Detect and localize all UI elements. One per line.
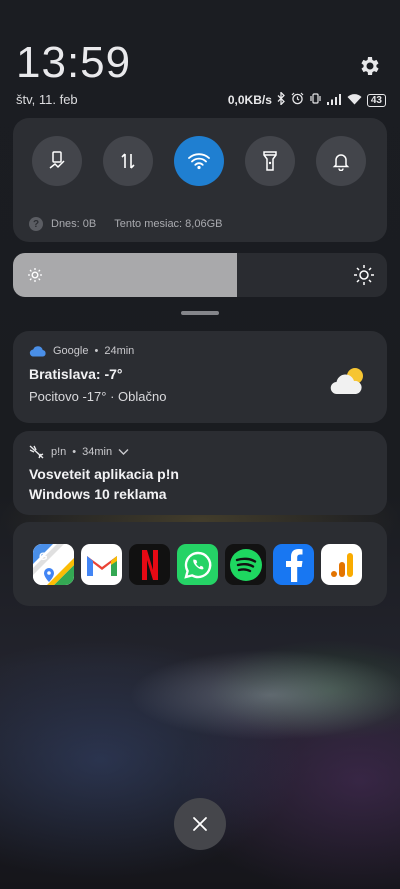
- close-icon: [193, 817, 207, 831]
- notifications-toggle[interactable]: [316, 136, 366, 186]
- brightness-slider[interactable]: [13, 253, 387, 297]
- pin-app-icon: [29, 445, 44, 459]
- screenshot-toggle[interactable]: [32, 136, 82, 186]
- close-button[interactable]: [174, 798, 226, 850]
- vibrate-icon: [309, 92, 322, 108]
- signal-icon: [326, 93, 342, 108]
- brightness-fill: [13, 253, 238, 297]
- quick-settings-panel: ? Dnes: 0B Tento mesiac: 8,06GB: [13, 118, 387, 242]
- data-usage-row[interactable]: ? Dnes: 0B Tento mesiac: 8,06GB: [29, 217, 222, 231]
- panel-handle[interactable]: [181, 311, 219, 315]
- notification-title: Bratislava: -7°: [29, 366, 123, 382]
- google-analytics-icon[interactable]: [321, 544, 362, 585]
- notification-app: Google: [53, 345, 89, 357]
- whatsapp-icon[interactable]: [177, 544, 218, 585]
- wifi-icon: [188, 153, 210, 170]
- notification-pin[interactable]: p!n • 34min Vosveteit aplikacia p!n Wind…: [13, 431, 387, 515]
- notification-body: Pocitovo -17° · Oblačno: [29, 389, 167, 404]
- network-speed: 0,0KB/s: [227, 93, 272, 107]
- wifi-toggle[interactable]: [174, 136, 224, 186]
- gmail-icon[interactable]: [81, 544, 122, 585]
- cloud-icon: [29, 346, 46, 357]
- scissors-icon: [49, 151, 65, 169]
- flashlight-toggle[interactable]: [245, 136, 295, 186]
- notification-time: 24min: [104, 345, 135, 357]
- data-arrows-icon: [121, 153, 135, 169]
- brightness-low-icon: [28, 268, 42, 282]
- bell-icon: [332, 154, 350, 171]
- flashlight-icon: [263, 151, 277, 171]
- netflix-icon[interactable]: [129, 544, 170, 585]
- separator-dot: •: [72, 446, 77, 458]
- data-today: Dnes: 0B: [51, 218, 97, 230]
- notification-header: p!n • 34min: [29, 445, 129, 459]
- facebook-icon[interactable]: [273, 544, 314, 585]
- question-icon: ?: [29, 217, 43, 231]
- notification-time: 34min: [82, 446, 113, 458]
- status-bar: 0,0KB/s 43: [227, 90, 386, 108]
- data-month: Tento mesiac: 8,06GB: [114, 218, 223, 230]
- separator-dot: •: [94, 345, 99, 357]
- notification-google[interactable]: Google • 24min Bratislava: -7° Pocitovo …: [13, 331, 387, 423]
- notification-title: Vosveteit aplikacia p!n: [29, 466, 179, 482]
- alarm-icon: [291, 92, 304, 108]
- notification-app: p!n: [51, 446, 67, 458]
- wifi-status-icon: [347, 93, 362, 108]
- date: štv, 11. feb: [16, 92, 78, 107]
- clock: 13:59: [16, 38, 132, 87]
- partly-cloudy-icon: [330, 368, 363, 395]
- google-maps-icon[interactable]: G: [33, 544, 74, 585]
- notification-header: Google • 24min: [29, 345, 134, 357]
- svg-text:G: G: [39, 551, 48, 563]
- bluetooth-icon: [277, 90, 286, 108]
- spotify-icon[interactable]: [225, 544, 266, 585]
- gear-icon[interactable]: [358, 54, 382, 78]
- brightness-high-icon: [354, 265, 374, 285]
- battery-icon: 43: [366, 93, 386, 107]
- mobile-data-toggle[interactable]: [103, 136, 153, 186]
- app-shortcuts-row: G: [13, 522, 387, 606]
- chevron-down-icon[interactable]: [118, 448, 129, 456]
- notification-body: Windows 10 reklama: [29, 486, 167, 502]
